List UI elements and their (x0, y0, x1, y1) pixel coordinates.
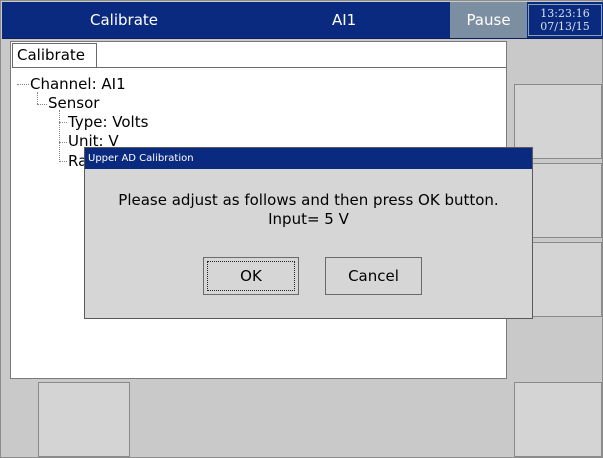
screen-title: Calibrate (90, 11, 158, 29)
tab-calibrate[interactable]: Calibrate (12, 43, 97, 68)
side-button-4[interactable] (514, 382, 602, 457)
pause-status-button[interactable]: Pause (450, 2, 527, 38)
tree-connector (59, 110, 60, 162)
tree-connector (37, 92, 38, 104)
bottom-button-1[interactable] (38, 382, 130, 457)
dialog-message-line1: Please adjust as follows and then press … (118, 191, 499, 209)
ok-button[interactable]: OK (203, 257, 299, 295)
clock-time: 13:23:16 (540, 7, 590, 20)
tree-item-sensor[interactable]: Sensor (48, 94, 99, 112)
tree-connector (59, 122, 67, 123)
upper-ad-calibration-dialog: Upper AD Calibration Please adjust as fo… (84, 147, 533, 319)
tab-divider (97, 67, 506, 68)
dialog-message-line2: Input= 5 V (268, 210, 349, 228)
tree-item-type[interactable]: Type: Volts (68, 113, 148, 131)
channel-label: AI1 (332, 11, 357, 29)
title-bar: Calibrate AI1 Pause 13:23:16 07/13/15 (2, 2, 603, 39)
tree-connector (17, 84, 29, 85)
tree-connector (59, 142, 67, 143)
clock: 13:23:16 07/13/15 (528, 4, 602, 36)
tree-item-channel[interactable]: Channel: AI1 (30, 75, 126, 93)
tree-connector (59, 161, 67, 162)
dialog-title: Upper AD Calibration (85, 148, 532, 169)
clock-date: 07/13/15 (540, 20, 590, 33)
cancel-button[interactable]: Cancel (325, 257, 422, 295)
app-window: Calibrate AI1 Pause 13:23:16 07/13/15 Ca… (0, 0, 603, 458)
tree-connector (37, 104, 47, 105)
